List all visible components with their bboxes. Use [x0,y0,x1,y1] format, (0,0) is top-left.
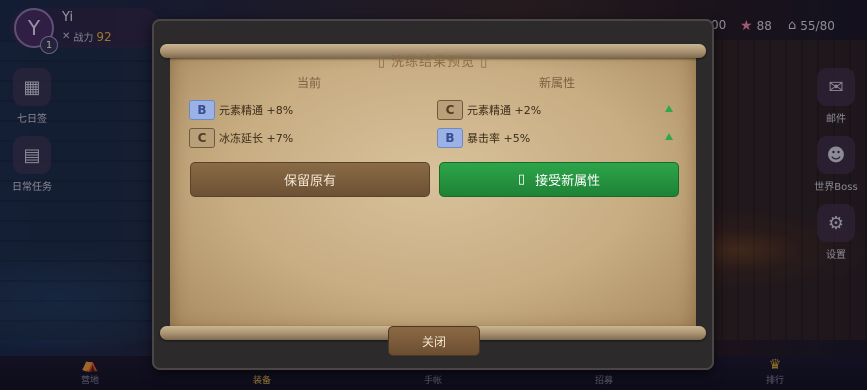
accept-new-button[interactable]: ▯ 接受新属性 [439,162,679,197]
column-new: 新属性 [539,76,576,90]
attr-text: 元素精通 +2% [467,104,542,117]
new-attr-row: C 元素精通 +2% [437,100,541,120]
close-button[interactable]: 关闭 [388,326,480,356]
attr-text: 冰冻延长 +7% [219,132,294,145]
modal-title: ▯ 洗练结果预览 ▯ [377,55,489,70]
increase-arrow-icon [665,105,673,112]
grade-badge: B [437,128,463,148]
new-attr-row: B 暴击率 +5% [437,128,530,148]
increase-arrow-icon [665,133,673,140]
column-current: 当前 [297,76,322,90]
grade-badge: B [189,100,215,120]
title-ornament-icon: ▯ [480,55,489,70]
title-ornament-icon: ▯ [377,55,386,70]
grade-badge: C [189,128,215,148]
current-attr-row: C 冰冻延长 +7% [189,128,293,148]
grade-badge: C [437,100,463,120]
attr-text: 元素精通 +8% [219,104,294,117]
attr-text: 暴击率 +5% [467,132,531,145]
keep-original-button[interactable]: 保留原有 [190,162,430,197]
check-icon: ▯ [517,172,526,187]
current-attr-row: B 元素精通 +8% [189,100,293,120]
